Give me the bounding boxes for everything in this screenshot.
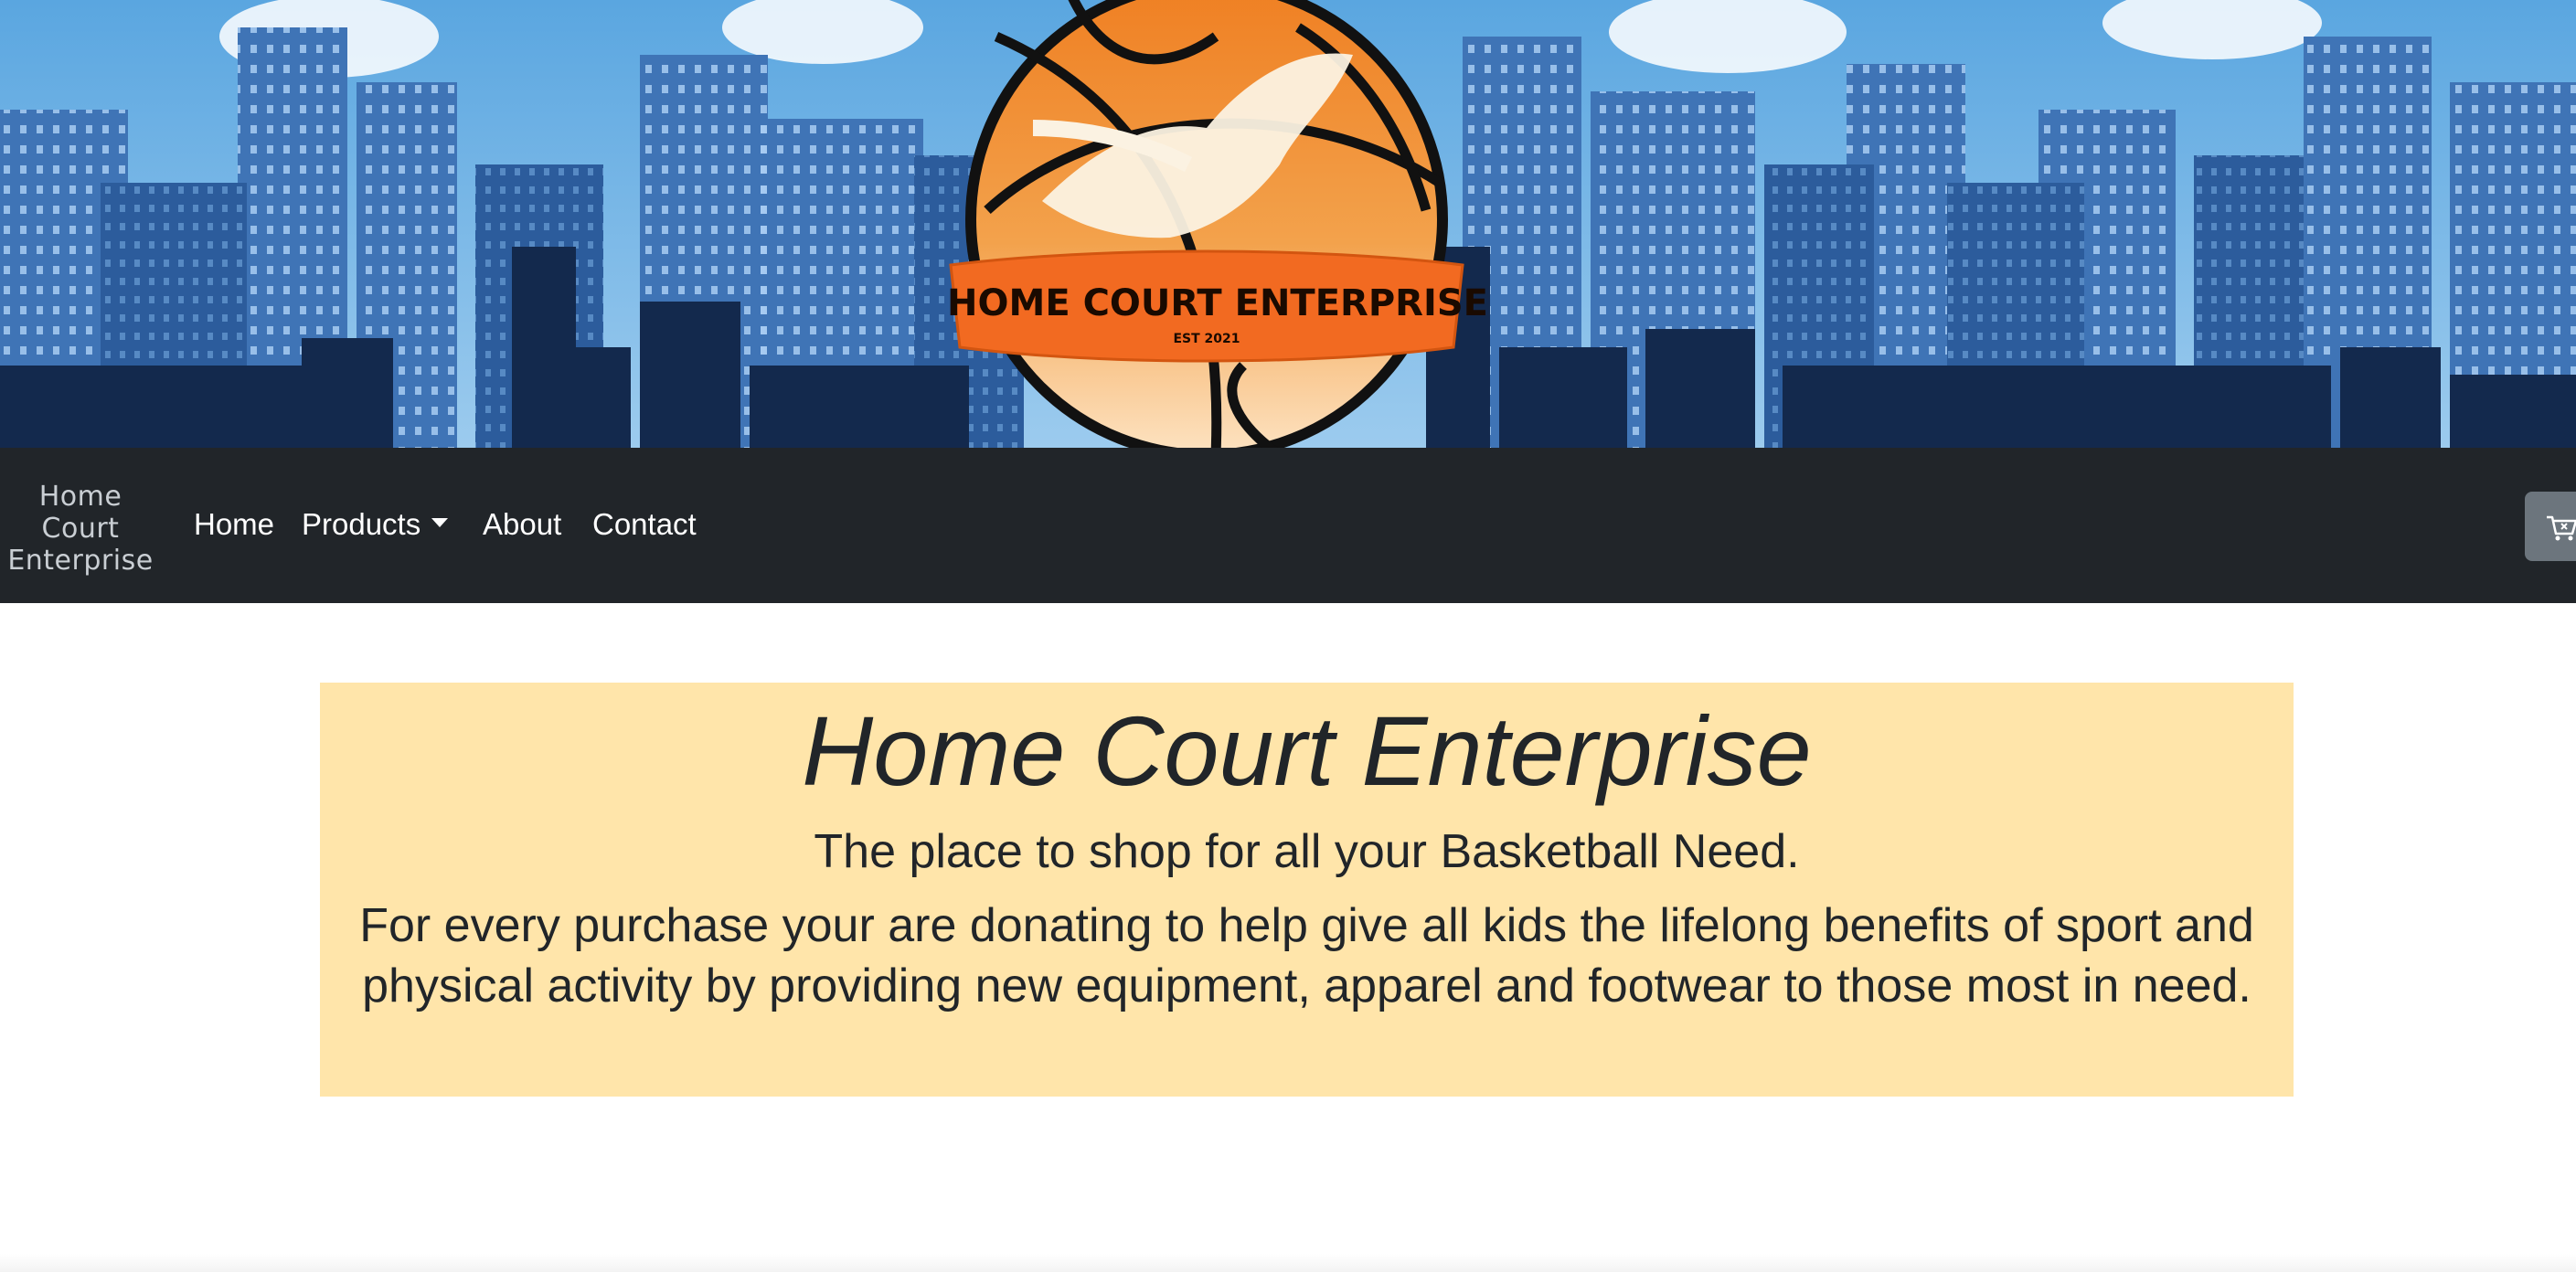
- nav-products-dropdown[interactable]: Products: [302, 504, 449, 545]
- navbar-brand[interactable]: Home Court Enterprise: [7, 481, 154, 577]
- hero-subtitle: The place to shop for all your Basketbal…: [814, 825, 1800, 878]
- brand-line-3: Enterprise: [7, 545, 154, 577]
- hero-description: For every purchase your are donating to …: [359, 899, 2254, 1012]
- header-banner: HOME COURT ENTERPRISE EST 2021: [0, 0, 2576, 448]
- logo-text: HOME COURT ENTERPRISE: [947, 282, 1488, 324]
- hero-title: Home Court Enterprise: [802, 695, 1812, 806]
- nav-products-label: Products: [302, 507, 421, 541]
- cart-icon: [2547, 515, 2576, 541]
- city-skyline-banner: HOME COURT ENTERPRISE EST 2021: [0, 0, 2576, 448]
- brand-line-2: Court: [41, 513, 120, 545]
- chevron-down-icon: [431, 518, 449, 528]
- navbar: Home Court Enterprise Home Products Abou…: [0, 448, 2576, 603]
- page-bottom-edge: [0, 1254, 2576, 1272]
- logo-subtext: EST 2021: [1173, 332, 1240, 346]
- hero-jumbotron: Home Court Enterprise The place to shop …: [320, 683, 2294, 1097]
- brand-line-1: Home: [38, 481, 122, 513]
- cart-button[interactable]: [2525, 492, 2576, 561]
- nav-about-link[interactable]: About: [483, 504, 561, 545]
- nav-home-link[interactable]: Home: [194, 504, 274, 545]
- nav-contact-link[interactable]: Contact: [592, 504, 697, 545]
